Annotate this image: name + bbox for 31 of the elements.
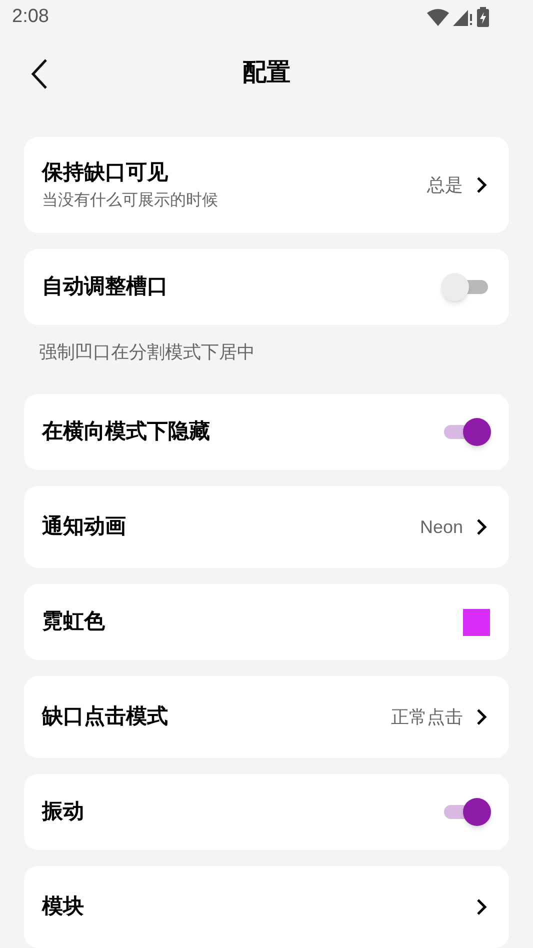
settings-card[interactable]: 模块 xyxy=(24,866,509,948)
settings-card[interactable]: 保持缺口可见 当没有什么可展示的时候 总是 xyxy=(24,137,509,233)
settings-card[interactable]: 缺口点击模式 正常点击 xyxy=(24,676,509,758)
setting-title: 霓虹色 xyxy=(42,609,105,636)
status-time: 2:08 xyxy=(12,4,49,29)
setting-title: 保持缺口可见 xyxy=(42,160,169,186)
settings-card[interactable]: 自动调整槽口 xyxy=(24,249,509,325)
setting-title: 在横向模式下隐藏 xyxy=(42,419,210,446)
chevron-right-icon xyxy=(475,708,487,726)
page-title: 配置 xyxy=(242,58,290,88)
settings-card[interactable]: 霓虹色 xyxy=(24,584,509,660)
setting-title: 模块 xyxy=(42,894,84,920)
setting-title: 通知动画 xyxy=(42,514,126,540)
setting-title: 缺口点击模式 xyxy=(42,704,168,730)
setting-value: 总是 xyxy=(427,174,463,196)
settings-card[interactable]: 通知动画 Neon xyxy=(24,486,509,568)
settings-card[interactable]: 在横向模式下隐藏 xyxy=(24,394,509,470)
settings-card[interactable]: 振动 xyxy=(24,774,509,850)
setting-subtitle: 当没有什么可展示的时候 xyxy=(42,190,218,211)
color-swatch[interactable] xyxy=(463,608,490,636)
setting-value: Neon xyxy=(420,516,463,538)
setting-title: 振动 xyxy=(42,799,84,826)
setting-title: 自动调整槽口 xyxy=(42,274,168,300)
chevron-right-icon xyxy=(475,898,487,916)
hint-text: 强制凹口在分割模式下居中 xyxy=(38,341,256,364)
setting-value: 正常点击 xyxy=(391,706,463,728)
battery-icon xyxy=(477,7,489,28)
chevron-right-icon xyxy=(475,176,487,194)
signal-icon xyxy=(453,8,473,26)
chevron-right-icon xyxy=(475,518,487,536)
wifi-icon xyxy=(427,8,449,26)
